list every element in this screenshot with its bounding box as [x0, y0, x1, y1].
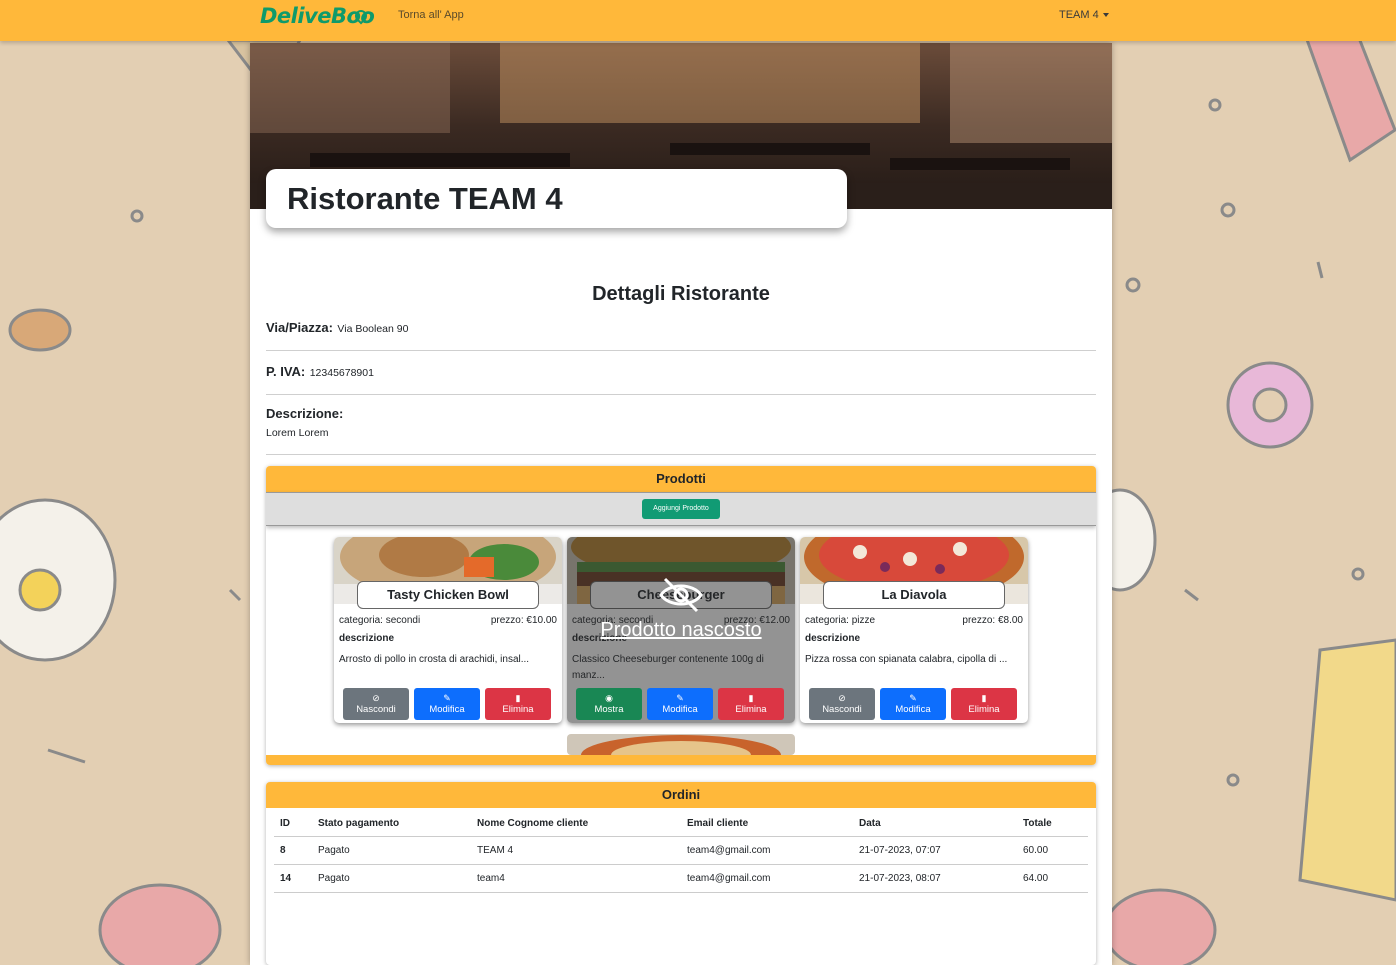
edit-button[interactable]: ✎ Modifica	[880, 688, 946, 720]
description-row: Descrizione: Lorem Lorem	[266, 406, 1096, 439]
customer-name: TEAM 4	[471, 836, 681, 865]
product-category: categoria: pizze	[805, 615, 876, 626]
top-navbar: DeliveBoo Torna all' App TEAM 4	[0, 0, 1396, 41]
product-description: Pizza rossa con spianata calabra, cipoll…	[805, 654, 1008, 665]
orders-table: ID Stato pagamento Nome Cognome cliente …	[274, 810, 1088, 893]
column-header: ID	[274, 810, 312, 837]
edit-label: Modifica	[662, 704, 698, 715]
column-header: Stato pagamento	[312, 810, 471, 837]
address-value: Via Boolean 90	[337, 323, 409, 335]
hide-button[interactable]: ⊘ Nascondi	[343, 688, 409, 720]
column-header: Data	[853, 810, 1017, 837]
caret-down-icon	[1102, 13, 1109, 18]
product-category: categoria: secondi	[339, 615, 421, 626]
order-total: 60.00	[1017, 836, 1088, 865]
user-dropdown[interactable]: TEAM 4	[1059, 9, 1109, 21]
order-id: 14	[274, 864, 312, 893]
delete-button[interactable]: ▮ Elimina	[718, 688, 784, 720]
restaurant-name: Ristorante TEAM 4	[287, 181, 563, 216]
address-label: Via/Piazza:	[266, 320, 333, 335]
orders-header: Ordini	[266, 782, 1096, 808]
product-card: La Diavola categoria: pizze prezzo: €8.0…	[800, 537, 1028, 723]
customer-email: team4@gmail.com	[681, 836, 853, 865]
edit-button[interactable]: ✎ Modifica	[647, 688, 713, 720]
divider	[266, 454, 1096, 455]
details-title: Dettagli Ristorante	[592, 283, 770, 305]
column-header: Totale	[1017, 810, 1088, 837]
order-date: 21-07-2023, 08:07	[853, 864, 1017, 893]
divider	[266, 394, 1096, 395]
product-name: La Diavola	[823, 581, 1005, 609]
table-row: 14 Pagato team4 team4@gmail.com 21-07-20…	[274, 864, 1088, 893]
order-id: 8	[274, 836, 312, 865]
eye-slash-icon: ⊘	[372, 693, 380, 703]
edit-label: Modifica	[429, 704, 465, 715]
delete-label: Elimina	[968, 704, 1000, 715]
payment-status: Pagato	[312, 836, 471, 865]
customer-email: team4@gmail.com	[681, 864, 853, 893]
products-section: Prodotti Aggiungi Prodotto Tasty Chicken…	[266, 466, 1096, 765]
eye-slash-icon: ⊘	[838, 693, 846, 703]
payment-status: Pagato	[312, 864, 471, 893]
show-button[interactable]: ◉ Mostra	[576, 688, 642, 720]
hidden-product-label: Prodotto nascosto	[600, 619, 762, 641]
customer-name: team4	[471, 864, 681, 893]
trash-icon: ▮	[748, 693, 754, 703]
product-description-label: descrizione	[805, 633, 861, 644]
description-value: Lorem Lorem	[266, 427, 329, 439]
divider	[266, 350, 1096, 351]
orders-section: Ordini ID Stato pagamento Nome Cognome c…	[266, 782, 1096, 965]
restaurant-name-card: Ristorante TEAM 4	[266, 169, 847, 228]
order-total: 64.00	[1017, 864, 1088, 893]
product-name: Tasty Chicken Bowl	[357, 581, 539, 609]
product-price: prezzo: €8.00	[962, 615, 1023, 626]
order-date: 21-07-2023, 07:07	[853, 836, 1017, 865]
description-label: Descrizione:	[266, 406, 344, 421]
pencil-square-icon: ✎	[443, 693, 451, 703]
delete-button[interactable]: ▮ Elimina	[951, 688, 1017, 720]
pencil-square-icon: ✎	[676, 693, 684, 703]
product-card-partial	[567, 734, 795, 755]
eye-slash-icon	[659, 577, 703, 613]
hide-label: Nascondi	[822, 704, 862, 715]
product-description-label: descrizione	[339, 633, 395, 644]
product-card-hidden: Cheeseburger categoria: secondi prezzo: …	[567, 537, 795, 723]
delete-button[interactable]: ▮ Elimina	[485, 688, 551, 720]
vat-label: P. IVA:	[266, 364, 306, 379]
hide-button[interactable]: ⊘ Nascondi	[809, 688, 875, 720]
product-description: Arrosto di pollo in crosta di arachidi, …	[339, 654, 530, 665]
vat-row: P. IVA: 12345678901	[266, 363, 1096, 381]
product-card: Tasty Chicken Bowl categoria: secondi pr…	[334, 537, 562, 723]
vat-value: 12345678901	[309, 367, 374, 379]
delete-label: Elimina	[502, 704, 534, 715]
column-header: Email cliente	[681, 810, 853, 837]
restaurant-panel: Ristorante TEAM 4 Dettagli Ristorante Vi…	[250, 43, 1112, 965]
products-header: Prodotti	[266, 466, 1096, 492]
edit-button[interactable]: ✎ Modifica	[414, 688, 480, 720]
table-header-row: ID Stato pagamento Nome Cognome cliente …	[274, 810, 1088, 837]
delete-label: Elimina	[735, 704, 767, 715]
products-footer	[266, 755, 1096, 765]
edit-label: Modifica	[895, 704, 931, 715]
show-label: Mostra	[594, 704, 624, 715]
products-toolbar: Aggiungi Prodotto	[266, 492, 1096, 526]
user-name: TEAM 4	[1059, 9, 1099, 21]
trash-icon: ▮	[515, 693, 521, 703]
pencil-square-icon: ✎	[909, 693, 917, 703]
hide-label: Nascondi	[356, 704, 396, 715]
add-product-button[interactable]: Aggiungi Prodotto	[642, 499, 720, 519]
back-to-app-link[interactable]: Torna all' App	[398, 9, 464, 21]
product-price: prezzo: €10.00	[490, 615, 557, 626]
eye-icon: ◉	[605, 693, 613, 703]
trash-icon: ▮	[981, 693, 987, 703]
column-header: Nome Cognome cliente	[471, 810, 681, 837]
table-row: 8 Pagato TEAM 4 team4@gmail.com 21-07-20…	[274, 836, 1088, 865]
address-row: Via/Piazza: Via Boolean 90	[266, 319, 1096, 337]
